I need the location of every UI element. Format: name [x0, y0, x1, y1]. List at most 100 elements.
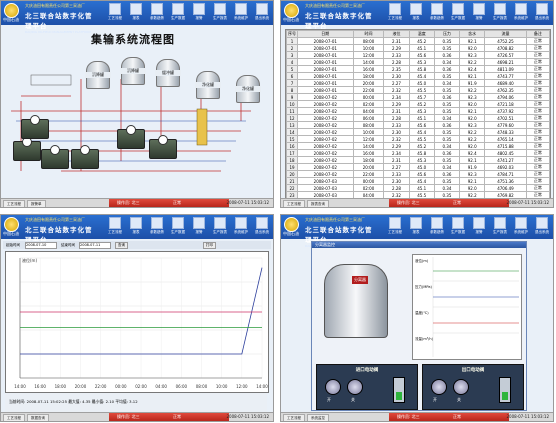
nav-exit[interactable]: 退出系统 [533, 3, 551, 23]
footer-tab-report[interactable]: 报表查询 [307, 200, 329, 207]
table-cell: 45.7 [408, 93, 435, 101]
table-cell: 2.31 [383, 107, 410, 115]
table-row[interactable]: 18 2008-07-02 18:00 2.31 45.3 0.35 92.1 4741.27… [286, 156, 550, 164]
nav-report[interactable]: 报表 [407, 217, 425, 237]
valve-knob[interactable] [453, 379, 469, 395]
gauge-icon [80, 145, 90, 155]
pump-5[interactable] [149, 135, 177, 159]
tank-4[interactable]: 净化罐 [195, 71, 221, 99]
table-row[interactable]: 4 2008-07-01 14:00 2.28 45.3 0.34 92.2 4698.21 正… [286, 58, 550, 66]
nav-data[interactable]: 生产数据 [449, 3, 467, 23]
table-cell: 2008-07-02 [297, 156, 354, 164]
table-row[interactable]: 12 2008-07-02 06:00 2.28 45.1 0.34 92.0 4702.51… [286, 114, 550, 122]
table-row[interactable]: 7 2008-07-01 20:00 2.27 45.0 0.34 91.9 4689.40 正… [286, 79, 550, 87]
heater-vessel[interactable] [196, 108, 208, 146]
table-row[interactable]: 22 2008-07-03 02:00 2.28 45.1 0.34 92.0 4706.49… [286, 184, 550, 192]
tank-2[interactable]: 沉降罐 [120, 57, 146, 85]
nav-settings[interactable]: 系统维护 [232, 217, 250, 237]
table-cell: 4689.40 [484, 79, 527, 87]
nav-report[interactable]: 报表 [127, 217, 145, 237]
footer-tab-query[interactable]: 数据查询 [27, 414, 49, 421]
pump-2[interactable] [41, 145, 69, 169]
nav-alarm[interactable]: 报警 [470, 3, 488, 23]
footer-tab-system[interactable]: 系统监控 [307, 414, 329, 421]
end-date-input[interactable]: 2008-07-11 [79, 242, 111, 249]
nav-exit[interactable]: 退出系统 [253, 217, 271, 237]
table-cell: 2008-07-01 [297, 86, 354, 94]
table-cell: 2008-07-02 [297, 107, 354, 115]
nav-flowchart[interactable]: 工艺流程 [386, 3, 404, 23]
pump-1[interactable] [13, 137, 41, 161]
table-row[interactable]: 20 2008-07-02 22:00 2.33 45.6 0.36 92.3 4784.71… [286, 170, 550, 178]
nav-settings[interactable]: 系统维护 [512, 217, 530, 237]
nav-flowchart[interactable]: 工艺流程 [386, 217, 404, 237]
table-row[interactable]: 15 2008-07-02 12:00 2.32 45.5 0.35 92.2 4765.14… [286, 135, 550, 143]
main-nav: 工艺流程 报表 参数趋势 生产数据 报警 生产报表 系统维护 退出系统 [386, 3, 551, 23]
table-row[interactable]: 16 2008-07-02 14:00 2.29 45.2 0.34 92.0 4715.88… [286, 142, 550, 150]
nav-alarm[interactable]: 报警 [470, 217, 488, 237]
table-row[interactable]: 9 2008-07-02 00:00 2.34 45.7 0.36 92.3 4794.06 正… [286, 93, 550, 101]
footer-tab-flow[interactable]: 工艺流程 [3, 414, 25, 421]
table-row[interactable]: 3 2008-07-01 12:00 2.33 45.6 0.36 92.3 4726.57 正… [286, 51, 550, 59]
table-row[interactable]: 6 2008-07-01 18:00 2.30 45.4 0.35 92.1 4743.77 正… [286, 72, 550, 80]
table-row[interactable]: 21 2008-07-03 00:00 2.30 45.4 0.35 92.1 4751.36… [286, 177, 550, 185]
footer-tab-alarm[interactable]: 报警单 [27, 200, 46, 207]
table-cell: 04:00 [352, 107, 385, 115]
nav-table[interactable]: 生产报表 [491, 3, 509, 23]
table-cell: 92.3 [459, 93, 486, 101]
nav-trend[interactable]: 参数趋势 [428, 3, 446, 23]
table-cell: 2008-07-02 [297, 163, 354, 171]
pump-6[interactable] [21, 115, 49, 139]
clock: 2008-07-11 15:03:12 [506, 414, 549, 419]
table-row[interactable]: 17 2008-07-02 16:00 2.34 45.8 0.36 92.4 4802.45… [286, 149, 550, 157]
table-cell: 10:00 [352, 128, 385, 136]
nav-settings[interactable]: 系统维护 [512, 3, 530, 23]
x-tick-label: 12:00 [236, 384, 248, 389]
nav-trend[interactable]: 参数趋势 [148, 217, 166, 237]
footer-tab-flow[interactable]: 工艺流程 [283, 414, 305, 421]
trend-chart[interactable]: 14:00 16:00 18:00 20:00 22:00 00:00 02:00 04:00… [5, 251, 269, 393]
table-row[interactable]: 5 2008-07-01 16:00 2.35 45.8 0.36 92.4 4811.09 正… [286, 65, 550, 73]
pump-3[interactable] [71, 145, 99, 169]
gauge-charts: 液位(m) 压力(MPa) 温度(℃) 流量(m³/h) [412, 254, 522, 360]
nav-table[interactable]: 生产报表 [211, 217, 229, 237]
valve-knob[interactable] [431, 379, 447, 395]
start-date-input[interactable]: 2008-07-10 [25, 242, 57, 249]
table-row[interactable]: 1 2008-07-01 08:00 2.31 45.2 0.35 92.1 4752.25 正… [286, 37, 550, 45]
table-cell: 13 [286, 121, 298, 129]
table-row[interactable]: 19 2008-07-02 20:00 2.27 45.0 0.34 91.9 4692.03… [286, 163, 550, 171]
app-header: 中国石油 大庆油田有限责任公司第三采油厂 北三联合站数字化管理平台 DAQING… [281, 1, 553, 34]
footer-tab-flow[interactable]: 工艺流程 [3, 200, 25, 207]
nav-data[interactable]: 生产数据 [449, 217, 467, 237]
table-row[interactable]: 2 2008-07-01 10:00 2.29 45.1 0.35 92.0 4708.82 正… [286, 44, 550, 52]
table-row[interactable]: 8 2008-07-01 22:00 2.32 45.5 0.35 92.2 4762.35 正… [286, 86, 550, 94]
valve-knob[interactable] [347, 379, 363, 395]
table-cell: 正常 [525, 65, 550, 73]
print-button[interactable]: 打印 [203, 242, 216, 249]
nav-flowchart[interactable]: 工艺流程 [106, 217, 124, 237]
nav-table[interactable]: 生产报表 [491, 217, 509, 237]
table-cell: 正常 [525, 37, 550, 45]
data-icon [452, 3, 464, 15]
table-row[interactable]: 14 2008-07-02 10:00 2.30 45.4 0.35 92.2 4748.33… [286, 128, 550, 136]
nav-data[interactable]: 生产数据 [169, 217, 187, 237]
nav-trend[interactable]: 参数趋势 [428, 217, 446, 237]
valve-knob[interactable] [325, 379, 341, 395]
nav-report[interactable]: 报表 [407, 3, 425, 23]
table-cell: 92.2 [459, 86, 486, 94]
nav-alarm[interactable]: 报警 [190, 217, 208, 237]
report-table[interactable]: 序号 日期 时间 液位 温度 压力 含水 流量 备注 1 2008-07-01 08… [285, 29, 551, 199]
tank-3[interactable]: 缓冲罐 [155, 59, 181, 87]
footer-tab-flow[interactable]: 工艺流程 [283, 200, 305, 207]
tank-1[interactable]: 沉降罐 [85, 61, 111, 89]
table-row[interactable]: 13 2008-07-02 08:00 2.33 45.6 0.36 92.3 4779.60… [286, 121, 550, 129]
query-button[interactable]: 查询 [115, 242, 128, 249]
tank-5[interactable]: 净化罐 [235, 75, 261, 103]
nav-exit[interactable]: 退出系统 [533, 217, 551, 237]
table-row[interactable]: 10 2008-07-02 02:00 2.29 45.2 0.35 92.0 4721.18… [286, 100, 550, 108]
pump-4[interactable] [117, 125, 145, 149]
trend-info-text: 当前时间: 2008-07-11 15:02:25 最大值: 4.35 最小值:… [9, 399, 138, 404]
table-cell: 16:00 [352, 65, 385, 73]
table-row[interactable]: 11 2008-07-02 04:00 2.31 45.3 0.35 92.1 4737.92… [286, 107, 550, 115]
main-nav: 工艺流程 报表 参数趋势 生产数据 报警 生产报表 系统维护 退出系统 [386, 217, 551, 237]
